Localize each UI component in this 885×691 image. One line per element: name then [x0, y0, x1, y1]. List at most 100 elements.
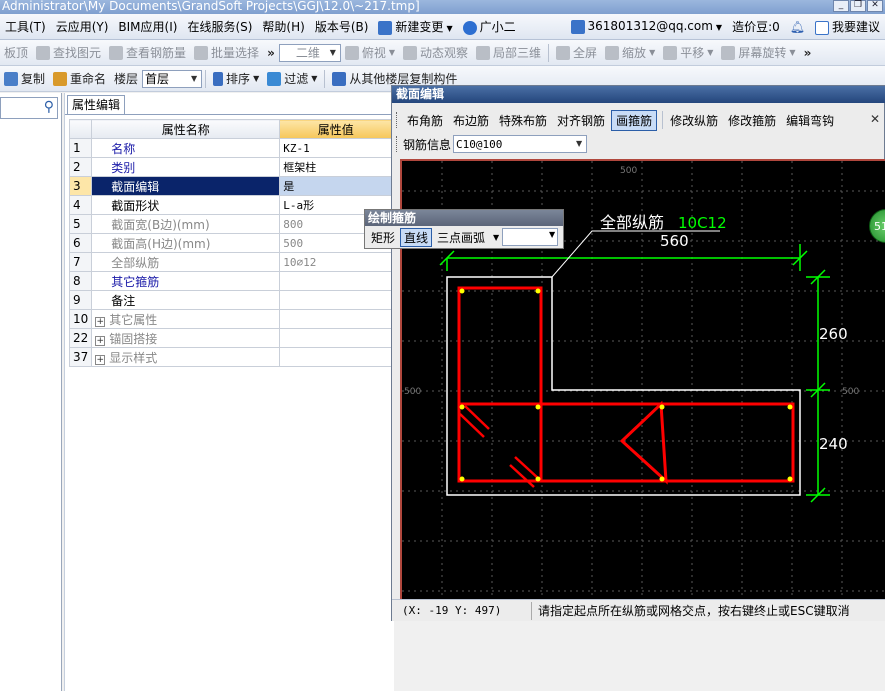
row-value[interactable]: KZ-1 [279, 138, 393, 158]
sort-button[interactable]: 排序 ▼ [209, 70, 263, 87]
board-top-button[interactable]: 板顶 [0, 44, 32, 61]
local-3d-button[interactable]: 局部三维 [472, 44, 545, 61]
table-row[interactable]: 2 类别 框架柱 [68, 157, 393, 177]
status-coordinates: (X: -19 Y: 497) [392, 601, 532, 620]
expand-icon[interactable]: + [95, 354, 106, 365]
component-tree-panel: ⚲ [0, 93, 62, 691]
dynamic-observe-button[interactable]: 动态观察 [399, 44, 472, 61]
table-row-selected[interactable]: 3 截面编辑 是 [68, 176, 393, 196]
rename-label: 重命名 [70, 72, 107, 86]
restore-button[interactable]: ❐ [850, 0, 866, 12]
label-all-rebar: 全部纵筋 [600, 213, 664, 232]
rectangle-button[interactable]: 矩形 [368, 229, 398, 246]
pan-icon [663, 45, 678, 60]
table-row[interactable]: 5 截面宽(B边)(mm) 800 [68, 214, 393, 234]
table-row[interactable]: 22 + 锚固搭接 [68, 328, 393, 348]
fullscreen-button[interactable]: 全屏 [552, 44, 601, 61]
close-icon[interactable]: ✕ [870, 112, 880, 126]
row-value[interactable]: 框架柱 [279, 157, 393, 177]
chevron-down-icon: ▼ [707, 48, 714, 57]
palette-title[interactable]: 绘制箍筋 [365, 210, 563, 226]
suggest-button[interactable]: 我要建议 [810, 18, 885, 35]
status-message: 请指定起点所在纵筋或网格交点，按右键终止或ESC键取消 [538, 604, 850, 618]
rebar-info-value: C10@100 [456, 137, 503, 151]
table-row[interactable]: 4 截面形状 L-a形 [68, 195, 393, 215]
column-outline [446, 276, 801, 496]
row-value[interactable]: 是 [279, 176, 393, 196]
special-rebar-button[interactable]: 特殊布筋 [495, 111, 551, 130]
row-num: 9 [68, 290, 93, 310]
view-rebar-qty-button[interactable]: 查看钢筋量 [105, 44, 190, 61]
pan-button[interactable]: 平移 ▼ [659, 44, 717, 61]
account-button[interactable]: 361801312@qq.com ▼ [570, 19, 728, 34]
rename-button[interactable]: 重命名 [49, 70, 110, 87]
menu-version[interactable]: 版本号(B) [310, 18, 374, 35]
draw-stirrup-button[interactable]: 画箍筋 [611, 109, 658, 131]
row-name: 截面编辑 [91, 176, 281, 196]
line-button[interactable]: 直线 [400, 227, 433, 247]
table-row[interactable]: 7 全部纵筋 10⌀12 [68, 252, 393, 272]
table-row[interactable]: 6 截面高(H边)(mm) 500 [68, 233, 393, 253]
toolbar-grip[interactable] [396, 136, 399, 152]
axis-label-left: 500 [404, 387, 421, 397]
copy-button[interactable]: 复制 [0, 70, 49, 87]
table-row[interactable]: 9 备注 [68, 290, 393, 310]
toolbar-separator [548, 43, 550, 62]
menu-bim[interactable]: BIM应用(I) [113, 18, 182, 35]
modify-stirrup-button[interactable]: 修改箍筋 [724, 111, 780, 130]
toolbar-overflow-icon[interactable]: » [800, 46, 816, 60]
modify-longitudinal-button[interactable]: 修改纵筋 [666, 111, 722, 130]
chevron-down-icon: ▼ [789, 48, 796, 57]
close-button[interactable]: ✕ [867, 0, 883, 12]
floor-select[interactable]: 首层 ▼ [142, 69, 203, 88]
local-3d-label: 局部三维 [493, 46, 542, 60]
toolbar-grip[interactable] [396, 112, 399, 128]
rebar-info-select[interactable]: C10@100 ▼ [453, 135, 588, 153]
table-row[interactable]: 8 其它箍筋 [68, 271, 393, 291]
row-value[interactable] [279, 271, 393, 291]
dim-right-upper-text: 260 [819, 325, 848, 343]
menu-online[interactable]: 在线服务(S) [182, 18, 257, 35]
menu-help[interactable]: 帮助(H) [257, 18, 309, 35]
menu-tools[interactable]: 工具(T) [0, 18, 51, 35]
search-input[interactable]: ⚲ [0, 97, 58, 119]
cube-icon [476, 45, 491, 60]
assistant-button[interactable]: 广小二 [458, 18, 521, 35]
sort-icon [213, 71, 224, 86]
draw-stirrup-palette: 绘制箍筋 矩形 直线 三点画弧 ▼ ▼ [364, 209, 564, 249]
table-row[interactable]: 1 名称 KZ-1 [68, 138, 393, 158]
dialog-title[interactable]: 截面编辑 [392, 86, 885, 103]
align-rebar-button[interactable]: 对齐钢筋 [553, 111, 609, 130]
corner-rebar-button[interactable]: 布角筋 [403, 111, 447, 130]
minimize-button[interactable]: _ [833, 0, 849, 12]
table-row[interactable]: 37 + 显示样式 [68, 347, 393, 367]
property-panel: 属性编辑 属性名称 属性值 1 名称 KZ-1 2 类别 框架柱 3 截面编辑 … [64, 93, 395, 691]
new-change-button[interactable]: 新建变更 ▼ [373, 18, 457, 35]
pan-label: 平移 [680, 46, 705, 60]
notification-icon[interactable]: 🔔︎ [785, 20, 810, 34]
table-row[interactable]: 10 + 其它属性 [68, 309, 393, 329]
find-element-button[interactable]: 查找图元 [32, 44, 105, 61]
screen-rotate-button[interactable]: 屏幕旋转 ▼ [717, 44, 799, 61]
expand-icon[interactable]: + [95, 335, 106, 346]
edit-hook-button[interactable]: 编辑弯钩 [782, 111, 838, 130]
view-mode-select[interactable]: 二维 ▼ [278, 43, 341, 62]
chevron-down-icon[interactable]: ▼ [493, 233, 499, 242]
row-name-text: 备注 [111, 293, 136, 308]
menu-cloud[interactable]: 云应用(Y) [51, 18, 114, 35]
three-point-arc-button[interactable]: 三点画弧 [434, 229, 488, 246]
row-value[interactable] [279, 290, 393, 310]
palette-select[interactable]: ▼ [502, 228, 559, 246]
row-name: + 其它属性 [91, 309, 281, 329]
edge-rebar-button[interactable]: 布边筋 [449, 111, 493, 130]
batch-select-button[interactable]: 批量选择 [190, 44, 263, 61]
row-num: 10 [68, 309, 93, 329]
row-name-text: 名称 [111, 141, 136, 156]
filter-button[interactable]: 过滤 ▼ [263, 70, 321, 87]
expand-icon[interactable]: + [95, 316, 106, 327]
tab-property-edit[interactable]: 属性编辑 [67, 95, 126, 115]
toolbar-overflow-icon[interactable]: » [263, 46, 279, 60]
zoom-button[interactable]: 缩放 ▼ [601, 44, 659, 61]
top-view-button[interactable]: 俯视 ▼ [341, 44, 399, 61]
search-icon[interactable]: ⚲ [44, 99, 54, 115]
